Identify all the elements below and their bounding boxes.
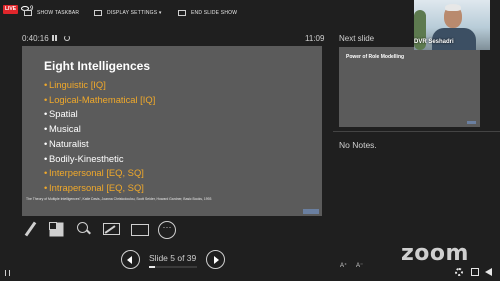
current-slide[interactable]: Eight Intelligences • Linguistic [IQ] • Lo… bbox=[22, 46, 322, 216]
live-badge: LIVE bbox=[3, 5, 18, 14]
clock: 11:09 bbox=[305, 34, 325, 43]
show-taskbar-label: SHOW TASKBAR bbox=[37, 10, 80, 16]
slide-counter[interactable]: Slide 5 of 39 bbox=[149, 253, 196, 263]
slide-citation: The Theory of Multiple Intelligences”, K… bbox=[26, 197, 212, 201]
pause-icon[interactable] bbox=[5, 270, 10, 276]
previous-slide-button[interactable] bbox=[121, 250, 140, 269]
display-icon bbox=[94, 9, 102, 16]
zoom-logo: zoom bbox=[401, 241, 469, 266]
bullet-item: • Linguistic [IQ] bbox=[44, 79, 106, 90]
slide-logo bbox=[303, 209, 319, 214]
speaker-notes: No Notes. bbox=[339, 140, 377, 150]
divider bbox=[333, 131, 500, 132]
next-slide-button[interactable] bbox=[206, 250, 225, 269]
more-options-icon[interactable] bbox=[158, 221, 176, 239]
pause-timer-icon[interactable] bbox=[52, 35, 57, 41]
pen-icon[interactable] bbox=[22, 221, 38, 237]
next-slide-label: Next slide bbox=[339, 34, 375, 43]
zoom-in-icon[interactable] bbox=[76, 221, 92, 237]
next-slide-logo bbox=[467, 121, 476, 124]
slide-title: Eight Intelligences bbox=[44, 59, 151, 73]
next-slide-thumbnail[interactable]: Power of Role Modelling bbox=[339, 47, 480, 127]
elapsed-timer: 0:40:16 bbox=[22, 34, 49, 43]
subtitles-icon[interactable] bbox=[131, 221, 149, 237]
end-slide-show-button[interactable]: END SLIDE SHOW bbox=[178, 8, 237, 18]
participant-name: DVR Seshadri bbox=[414, 39, 454, 45]
slide-progress-bar bbox=[149, 266, 197, 268]
bullet-item: • Intrapersonal [EQ, SQ] bbox=[44, 181, 144, 193]
increase-font-button[interactable]: A⁺ bbox=[340, 262, 347, 269]
taskbar-icon bbox=[24, 9, 32, 16]
settings-icon[interactable] bbox=[455, 268, 463, 276]
show-taskbar-button[interactable]: SHOW TASKBAR bbox=[24, 8, 79, 18]
display-settings-button[interactable]: DISPLAY SETTINGS ▾ bbox=[94, 8, 162, 18]
slide-bullet-list: • Linguistic [IQ] • Logical-Mathematical [… bbox=[44, 78, 155, 196]
end-show-icon bbox=[178, 9, 186, 16]
bullet-item: • Bodily-Kinesthetic bbox=[44, 152, 124, 164]
fullscreen-icon[interactable] bbox=[471, 268, 479, 276]
display-settings-label: DISPLAY SETTINGS ▾ bbox=[107, 10, 162, 16]
slide-progress-fill bbox=[149, 266, 156, 268]
bullet-item: • Logical-Mathematical [IQ] bbox=[44, 93, 156, 105]
bullet-item: • Naturalist bbox=[44, 137, 89, 149]
reset-timer-icon[interactable] bbox=[64, 35, 70, 41]
next-slide-title: Power of Role Modelling bbox=[346, 54, 405, 60]
bullet-item: • Interpersonal [EQ, SQ] bbox=[44, 167, 144, 179]
bullet-item: • Musical bbox=[44, 123, 81, 135]
end-slide-show-label: END SLIDE SHOW bbox=[191, 10, 238, 16]
volume-icon[interactable] bbox=[485, 268, 492, 276]
see-all-slides-icon[interactable] bbox=[48, 221, 64, 237]
decrease-font-button[interactable]: A⁻ bbox=[356, 262, 363, 269]
bullet-item: • Spatial bbox=[44, 108, 78, 120]
screen-share-icon[interactable] bbox=[103, 221, 120, 237]
